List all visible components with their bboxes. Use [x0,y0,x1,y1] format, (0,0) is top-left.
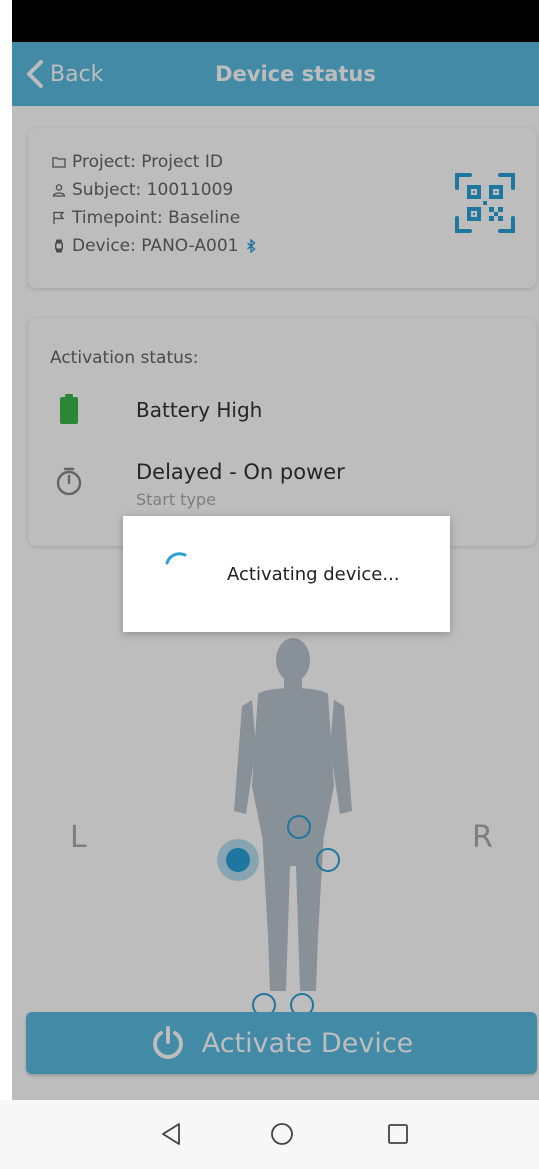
circle-home-icon [271,1123,293,1145]
status-bar [12,0,539,42]
square-recents-icon [388,1124,408,1144]
spinner-icon [165,552,187,565]
triangle-back-icon [162,1123,180,1145]
nav-home-button[interactable] [262,1114,302,1154]
system-nav-bar [0,1100,539,1169]
nav-back-button[interactable] [152,1114,192,1154]
dialog-message: Activating device... [227,564,400,585]
activating-dialog: Activating device... [123,516,450,632]
nav-recents-button[interactable] [378,1114,418,1154]
